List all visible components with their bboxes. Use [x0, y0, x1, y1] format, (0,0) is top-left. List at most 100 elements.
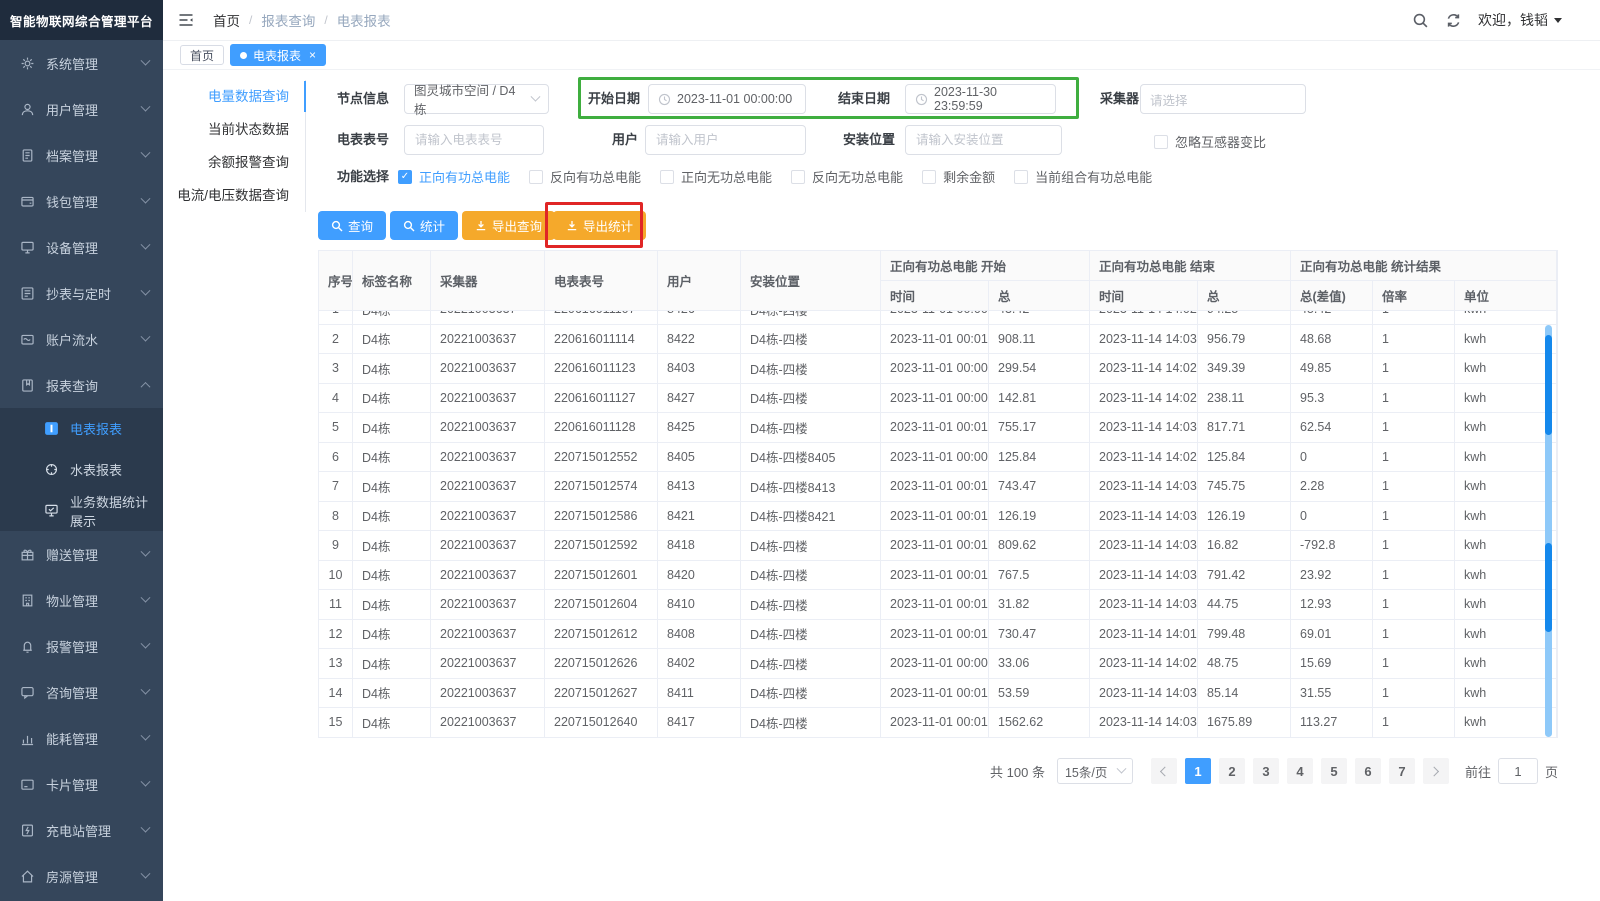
page-size-select[interactable]: 15条/页: [1057, 758, 1133, 784]
node-info-select[interactable]: 图灵城市空间 / D4栋: [404, 84, 549, 114]
feature-checkbox[interactable]: 当前组合有功总电能: [1014, 167, 1152, 186]
location-input[interactable]: [905, 125, 1062, 155]
chevron-down-icon: [141, 147, 151, 157]
sidebar-subitem[interactable]: 业务数据统计展示: [0, 490, 163, 531]
app-root: 智能物联网综合管理平台 系统管理 用户管理 档案管理 钱包管理 设备管理 抄表与…: [0, 0, 1600, 901]
table-cell: 5: [319, 413, 353, 443]
table-cell: 20221003637: [431, 679, 545, 709]
stat-button[interactable]: 统计: [390, 211, 458, 240]
sidebar-item[interactable]: 充电站管理: [0, 807, 163, 853]
table-cell: 20221003637: [431, 590, 545, 620]
table-cell: 2023-11-01 00:00:48: [881, 649, 989, 679]
sidebar-item[interactable]: 账户流水: [0, 316, 163, 362]
collector-label: 采集器: [1100, 84, 1139, 114]
table-cell: 20221003637: [431, 443, 545, 473]
table-cell: 745.75: [1198, 472, 1291, 502]
search-icon[interactable]: [1412, 12, 1429, 29]
table-cell: 0: [1291, 502, 1373, 532]
page-button[interactable]: 5: [1321, 758, 1347, 784]
feature-checkbox[interactable]: 反向有功总电能: [529, 167, 641, 186]
subnav-item[interactable]: 电流/电压数据查询: [176, 179, 305, 212]
table-cell: 220715012586: [545, 502, 658, 532]
table-cell: kwh: [1455, 384, 1557, 414]
node-info-value: 图灵城市空间 / D4栋: [414, 80, 526, 118]
start-date-input[interactable]: 2023-11-01 00:00:00: [648, 84, 806, 114]
table-row: 12D4栋202210036372207150126128408D4栋-四楼20…: [319, 620, 1557, 650]
sidebar-item[interactable]: 卡片管理: [0, 761, 163, 807]
table-cell: 349.39: [1198, 354, 1291, 384]
sidebar-item[interactable]: 物业管理: [0, 577, 163, 623]
meter-no-input[interactable]: [404, 125, 544, 155]
query-button[interactable]: 查询: [318, 211, 386, 240]
sidebar-item[interactable]: 档案管理: [0, 132, 163, 178]
table-cell: 1: [1373, 354, 1455, 384]
sidebar-item[interactable]: 报警管理: [0, 623, 163, 669]
chevron-down-icon: [141, 331, 151, 341]
page-tab[interactable]: 首页: [180, 45, 224, 65]
refresh-icon[interactable]: [1445, 12, 1462, 29]
ignore-ct-checkbox[interactable]: 忽略互感器变比: [1154, 132, 1266, 151]
scrollbar-thumb[interactable]: [1545, 335, 1552, 435]
subnav-item[interactable]: 电量数据查询: [176, 80, 305, 113]
collector-select[interactable]: 请选择: [1140, 84, 1306, 114]
close-icon[interactable]: ×: [309, 49, 316, 61]
table-cell: D4栋-四楼: [741, 620, 881, 650]
table-cell: 12.93: [1291, 590, 1373, 620]
page-button[interactable]: 6: [1355, 758, 1381, 784]
sidebar-item[interactable]: 咨询管理: [0, 669, 163, 715]
table-cell: D4栋: [353, 325, 431, 355]
page-button[interactable]: 4: [1287, 758, 1313, 784]
collapse-menu-icon[interactable]: [177, 12, 195, 28]
breadcrumb-home[interactable]: 首页: [213, 10, 240, 30]
sidebar-item[interactable]: 设备管理: [0, 224, 163, 270]
sidebar-item[interactable]: 报表查询: [0, 362, 163, 408]
sidebar-subitem[interactable]: 电表报表: [0, 408, 163, 449]
page-tab[interactable]: 电表报表 ×: [230, 44, 326, 66]
table-cell: 220715012592: [545, 531, 658, 561]
sidebar-item[interactable]: 系统管理: [0, 40, 163, 86]
scrollbar-thumb[interactable]: [1545, 543, 1552, 632]
sidebar-item[interactable]: 赠送管理: [0, 531, 163, 577]
subnav-item[interactable]: 余额报警查询: [176, 146, 305, 179]
page-button[interactable]: 1: [1185, 758, 1211, 784]
table-cell: 8: [319, 502, 353, 532]
sidebar-item[interactable]: 钱包管理: [0, 178, 163, 224]
table-cell: 220616011123: [545, 354, 658, 384]
table-cell: 730.47: [989, 620, 1090, 650]
prev-page-button[interactable]: [1151, 758, 1177, 784]
table-cell: D4栋: [353, 443, 431, 473]
table-cell: 220715012604: [545, 590, 658, 620]
table-cell: 1: [1373, 472, 1455, 502]
sidebar-item[interactable]: 抄表与定时: [0, 270, 163, 316]
user-icon: [19, 101, 35, 117]
sidebar-subitem[interactable]: 水表报表: [0, 449, 163, 490]
table-cell: 20221003637: [431, 354, 545, 384]
user-input[interactable]: [645, 125, 806, 155]
page-button[interactable]: 2: [1219, 758, 1245, 784]
sidebar-item[interactable]: 房源管理: [0, 853, 163, 899]
feature-checkbox[interactable]: 正向无功总电能: [660, 167, 772, 186]
chevron-down-icon: [1117, 763, 1127, 773]
page-button[interactable]: 7: [1389, 758, 1415, 784]
export-stat-button[interactable]: 导出统计: [553, 211, 646, 240]
meter-no-label: 电表表号: [337, 125, 389, 155]
goto-page-input[interactable]: [1498, 758, 1538, 784]
table-cell: 142.81: [989, 384, 1090, 414]
table-cell: 9: [319, 531, 353, 561]
table-cell: 8421: [658, 502, 741, 532]
subnav-item[interactable]: 当前状态数据: [176, 113, 305, 146]
table-cell: 20221003637: [431, 413, 545, 443]
table-scrollbar[interactable]: [1545, 325, 1552, 737]
user-menu[interactable]: 欢迎，钱韬: [1478, 10, 1562, 30]
table-row: 4D4栋202210036372206160111278427D4栋-四楼202…: [319, 384, 1557, 414]
sidebar-item[interactable]: 用户管理: [0, 86, 163, 132]
feature-checkbox[interactable]: 反向无功总电能: [791, 167, 903, 186]
breadcrumb-report-query[interactable]: 报表查询: [261, 10, 315, 30]
page-button[interactable]: 3: [1253, 758, 1279, 784]
sidebar-item[interactable]: 能耗管理: [0, 715, 163, 761]
end-date-input[interactable]: 2023-11-30 23:59:59: [905, 84, 1056, 114]
feature-checkbox[interactable]: ✓ 正向有功总电能: [398, 167, 510, 186]
next-page-button[interactable]: [1423, 758, 1449, 784]
feature-checkbox[interactable]: 剩余金额: [922, 167, 995, 186]
export-query-button[interactable]: 导出查询: [462, 211, 555, 240]
